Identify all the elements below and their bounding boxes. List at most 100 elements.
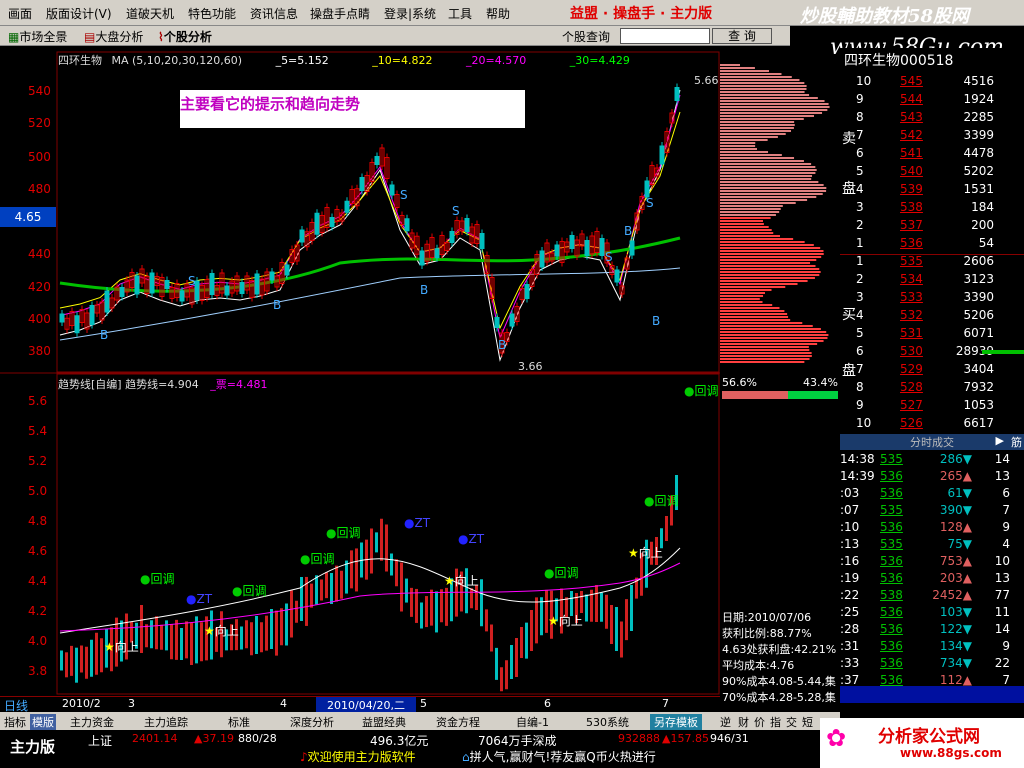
market-view-button[interactable]: ▦市场全景 bbox=[8, 28, 67, 45]
profile-bar bbox=[720, 238, 794, 240]
sell-order-row[interactable]: 10 545 4516 bbox=[840, 74, 1024, 92]
tab-main-tracking[interactable]: 主力追踪 bbox=[144, 714, 188, 730]
buy-order-row[interactable]: 8 528 7932 bbox=[840, 380, 1024, 398]
order-level: 7 bbox=[856, 362, 864, 376]
profile-bar bbox=[720, 259, 817, 261]
house-icon: ⌂ bbox=[462, 750, 470, 764]
profile-bar bbox=[720, 88, 807, 90]
trade-count: 7 bbox=[1002, 503, 1010, 517]
status-bar: 主力版 上证 2401.14 ▲37.19 880/28 496.3亿元 706… bbox=[0, 718, 1024, 768]
profile-bar bbox=[720, 103, 829, 105]
menu-item-layout[interactable]: 版面设计(V) bbox=[46, 5, 112, 22]
tab-jiao[interactable]: 交 bbox=[786, 714, 797, 730]
slogan-text[interactable]: ⌂拼人气,赢财气!荐友赢Q币火热进行 bbox=[462, 748, 656, 765]
buy-order-row[interactable]: 1 535 2606 bbox=[840, 254, 1024, 272]
chart-area[interactable] bbox=[0, 48, 720, 696]
sell-order-row[interactable]: 5 540 5202 bbox=[840, 164, 1024, 182]
green-dot-icon: ● bbox=[232, 584, 243, 598]
sell-order-row[interactable]: 4 539 1531 bbox=[840, 182, 1024, 200]
buy-order-row[interactable]: 3 533 3390 bbox=[840, 290, 1024, 308]
sell-order-row[interactable]: 9 544 1924 bbox=[840, 92, 1024, 110]
buy-order-row[interactable]: 9 527 1053 bbox=[840, 398, 1024, 416]
trade-row[interactable]: :25 536 103▼ 11 bbox=[840, 605, 1024, 623]
trade-header[interactable]: 分时成交 ▶ 筋 bbox=[840, 434, 1024, 450]
tab-jia[interactable]: 价 bbox=[754, 714, 765, 730]
order-price: 528 bbox=[900, 380, 923, 394]
buy-order-row[interactable]: 5 531 6071 bbox=[840, 326, 1024, 344]
menu-item-tools[interactable]: 工具 bbox=[448, 5, 472, 22]
trade-row[interactable]: :10 536 128▲ 9 bbox=[840, 520, 1024, 538]
candle-body bbox=[659, 145, 665, 165]
trade-row[interactable]: :07 535 390▼ 7 bbox=[840, 503, 1024, 521]
profile-bar bbox=[720, 343, 818, 345]
tab-main-capital[interactable]: 主力资金 bbox=[70, 714, 114, 730]
order-level: 10 bbox=[856, 74, 872, 88]
search-input[interactable] bbox=[620, 28, 710, 44]
order-volume: 6071 bbox=[963, 326, 994, 340]
trade-row[interactable]: :33 536 734▼ 22 bbox=[840, 656, 1024, 674]
profile-bar bbox=[720, 331, 827, 333]
trade-row[interactable]: 14:39 536 265▲ 13 bbox=[840, 469, 1024, 487]
tab-indicator[interactable]: 指标 bbox=[4, 714, 26, 730]
tab-classic[interactable]: 益盟经典 bbox=[362, 714, 406, 730]
signal-sell: S bbox=[646, 196, 654, 210]
menu-item-daopo[interactable]: 道破天机 bbox=[126, 5, 174, 22]
sell-order-row[interactable]: 3 538 184 bbox=[840, 200, 1024, 218]
sell-order-row[interactable]: 6 541 4478 bbox=[840, 146, 1024, 164]
sz-change: ▲157.85 bbox=[662, 732, 709, 745]
tab-cai[interactable]: 财 bbox=[738, 714, 749, 730]
buy-order-row[interactable]: 4 532 5206 bbox=[840, 308, 1024, 326]
tab-capital-eq[interactable]: 资金方程 bbox=[436, 714, 480, 730]
play-icon[interactable]: ▶ bbox=[996, 434, 1004, 447]
blue-dot-icon: ● bbox=[186, 592, 197, 606]
tab-template[interactable]: 模版 bbox=[30, 714, 56, 730]
index-analysis-button[interactable]: ▤大盘分析 bbox=[84, 28, 143, 45]
tab-jin[interactable]: 筋 bbox=[1011, 434, 1022, 450]
stock-analysis-button[interactable]: ⌇个股分析 bbox=[158, 28, 212, 45]
sell-order-row[interactable]: 8 543 2285 bbox=[840, 110, 1024, 128]
profile-bar bbox=[720, 139, 768, 141]
buy-order-row[interactable]: 7 529 3404 bbox=[840, 362, 1024, 380]
menu-item-screen[interactable]: 画面 bbox=[8, 5, 32, 22]
callback-label: ●回调 bbox=[684, 384, 719, 398]
trade-row[interactable]: :28 536 122▼ 14 bbox=[840, 622, 1024, 640]
trade-row[interactable]: :22 538 2452▲ 77 bbox=[840, 588, 1024, 606]
tab-530[interactable]: 530系统 bbox=[586, 714, 629, 730]
trade-count: 6 bbox=[1002, 486, 1010, 500]
tab-duan[interactable]: 短 bbox=[802, 714, 813, 730]
callback-label: ●回调 bbox=[544, 566, 579, 580]
indicator-bar bbox=[150, 620, 153, 649]
profile-bar bbox=[720, 106, 830, 108]
trade-row[interactable]: :16 536 753▲ 10 bbox=[840, 554, 1024, 572]
profile-bar bbox=[720, 358, 810, 360]
buy-order-row[interactable]: 10 526 6617 bbox=[840, 416, 1024, 434]
trade-row[interactable]: :03 536 61▼ 6 bbox=[840, 486, 1024, 504]
order-level: 9 bbox=[856, 92, 864, 106]
trade-row[interactable]: :37 536 112▲ 7 bbox=[840, 673, 1024, 691]
tab-ni[interactable]: 逆 bbox=[720, 714, 731, 730]
menu-item-trader-tips[interactable]: 操盘手点睛 bbox=[310, 5, 370, 22]
buy-order-row[interactable]: 2 534 3123 bbox=[840, 272, 1024, 290]
indicator-bar bbox=[430, 589, 433, 626]
sell-order-row[interactable]: 7 542 3399 bbox=[840, 128, 1024, 146]
indicator-bar bbox=[195, 616, 198, 664]
sell-order-row[interactable]: 2 537 200 bbox=[840, 218, 1024, 236]
sell-order-row[interactable]: 1 536 54 bbox=[840, 236, 1024, 254]
menu-item-news[interactable]: 资讯信息 bbox=[250, 5, 298, 22]
menu-item-features[interactable]: 特色功能 bbox=[188, 5, 236, 22]
search-button[interactable]: 查 询 bbox=[712, 28, 772, 44]
trade-row[interactable]: :19 536 203▲ 13 bbox=[840, 571, 1024, 589]
menu-item-help[interactable]: 帮助 bbox=[486, 5, 510, 22]
tab-custom[interactable]: 自编-1 bbox=[516, 714, 549, 730]
green-dot-icon: ● bbox=[644, 494, 655, 508]
tab-standard[interactable]: 标准 bbox=[228, 714, 250, 730]
indicator-bar bbox=[580, 591, 583, 613]
menu-item-login[interactable]: 登录|系统 bbox=[384, 5, 436, 22]
trade-row[interactable]: :31 536 134▼ 9 bbox=[840, 639, 1024, 657]
tab-save-template[interactable]: 另存模板 bbox=[650, 714, 702, 730]
trade-row[interactable]: :13 535 75▼ 4 bbox=[840, 537, 1024, 555]
trade-row[interactable]: 14:38 535 286▼ 14 bbox=[840, 452, 1024, 470]
tab-zhi[interactable]: 指 bbox=[770, 714, 781, 730]
tab-depth[interactable]: 深度分析 bbox=[290, 714, 334, 730]
candle-body bbox=[224, 285, 230, 296]
